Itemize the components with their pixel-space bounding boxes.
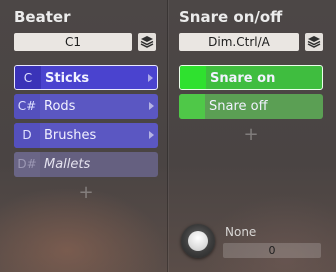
beater-row-brushes[interactable]: D Brushes (14, 123, 158, 148)
layers-icon (140, 36, 154, 48)
beater-stack-button[interactable] (138, 33, 156, 51)
control-knob[interactable] (181, 224, 215, 258)
beater-row-sticks[interactable]: C Sticks (14, 65, 158, 90)
beater-row-mallets[interactable]: D# Mallets (14, 152, 158, 177)
row-label: Snare off (209, 99, 268, 114)
note-swatch (179, 94, 205, 119)
beater-row-rods[interactable]: C# Rods (14, 94, 158, 119)
knob-value-field[interactable]: 0 (223, 243, 321, 258)
beater-title: Beater (14, 8, 71, 26)
note-label: D (14, 123, 40, 148)
row-label: Brushes (44, 128, 97, 143)
note-swatch (180, 66, 206, 89)
snare-title: Snare on/off (179, 8, 283, 26)
knob-label: None (225, 225, 257, 239)
row-label: Sticks (45, 71, 90, 86)
snare-row-off[interactable]: Snare off (179, 94, 323, 119)
articulation-panel: Beater C1 C Sticks C# Rods D Brushes D# … (0, 0, 336, 272)
chevron-right-icon (149, 102, 154, 110)
chevron-right-icon (148, 74, 153, 82)
snare-stack-button[interactable] (305, 33, 323, 51)
snare-add-button[interactable]: + (241, 126, 261, 144)
snare-selector-field[interactable]: Dim.Ctrl/A (179, 33, 299, 51)
column-divider (167, 0, 168, 272)
row-label: Snare on (210, 71, 276, 86)
row-label: Rods (44, 99, 76, 114)
snare-row-on[interactable]: Snare on (179, 65, 323, 90)
note-label: C (15, 66, 41, 89)
chevron-right-icon (149, 131, 154, 139)
note-label: C# (14, 94, 40, 119)
beater-add-button[interactable]: + (76, 184, 96, 202)
beater-selector-field[interactable]: C1 (14, 33, 132, 51)
row-label: Mallets (44, 157, 91, 172)
knob-cap (188, 231, 208, 251)
note-label: D# (14, 152, 40, 177)
layers-icon (307, 36, 321, 48)
